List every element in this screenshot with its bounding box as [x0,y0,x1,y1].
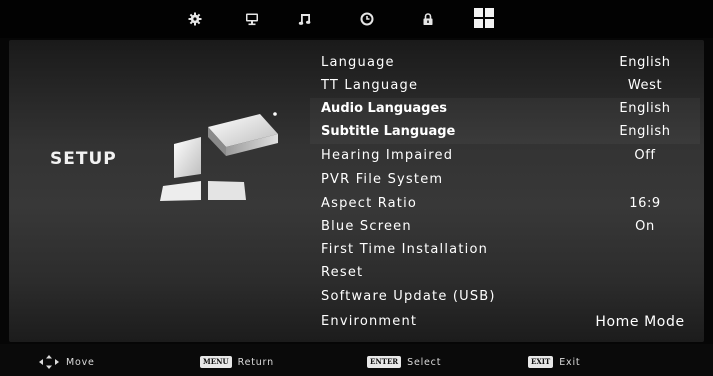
menu-item-label: Blue Screen [321,219,412,234]
menu-item-language[interactable]: Language English [310,52,700,75]
menu-item-label: PVR File System [321,172,444,187]
menu-item-label: Subtitle Language [321,124,456,139]
enter-key-badge: ENTER [367,356,402,368]
menu-item-first-time-installation[interactable]: First Time Installation [310,239,700,262]
menu-item-label: First Time Installation [321,242,489,257]
app-grid-icon [474,8,494,28]
menu-item-value: English [619,55,671,70]
menu-item-blue-screen[interactable]: Blue Screen On [310,216,700,239]
help-exit-label: Exit [559,356,581,368]
setup-graphic [160,112,278,201]
tab-settings[interactable] [184,8,206,30]
help-exit: EXIT Exit [528,355,580,369]
menu-item-environment[interactable]: Environment Home Mode [310,311,700,334]
gear-icon [188,12,202,26]
menu-item-value: English [619,101,671,116]
help-return: MENU Return [200,355,274,369]
exit-key-badge: EXIT [528,356,554,368]
menu-item-tt-language[interactable]: TT Language West [310,75,700,98]
menu-item-label: Aspect Ratio [321,196,418,211]
category-tab-bar [0,0,713,38]
menu-item-reset[interactable]: Reset [310,262,700,285]
help-return-label: Return [237,356,274,368]
help-bar: Move MENU Return ENTER Select EXIT Exit [0,344,713,376]
menu-item-label: Audio Languages [321,101,448,116]
menu-item-value: English [619,124,671,139]
tab-sound[interactable] [294,8,316,30]
tab-setup[interactable] [472,6,496,30]
tab-picture[interactable] [241,8,263,30]
menu-item-value: West [627,78,663,93]
menu-item-label: Software Update (USB) [321,289,496,304]
clock-icon [360,12,374,26]
menu-item-value: Home Mode [595,314,685,330]
menu-item-value: On [635,219,655,234]
monitor-icon [246,13,258,26]
menu-item-value: Off [634,148,656,163]
music-note-icon [298,14,311,25]
menu-item-label: Hearing Impaired [321,148,454,163]
menu-item-label: Environment [321,314,418,329]
tv-screen: SETUP Language English TT Language West [0,0,713,376]
tab-lock[interactable] [417,8,439,30]
tab-time[interactable] [356,8,378,30]
help-move: Move [38,355,95,369]
menu-item-label: TT Language [321,78,419,93]
menu-item-software-update[interactable]: Software Update (USB) [310,286,700,309]
menu-item-label: Reset [321,265,364,280]
menu-key-badge: MENU [200,356,232,368]
dpad-arrows-icon [39,355,59,369]
menu-item-audio-languages[interactable]: Audio Languages English [310,98,700,121]
help-select-label: Select [407,356,442,368]
menu-item-hearing-impaired[interactable]: Hearing Impaired Off [310,145,700,168]
menu-item-subtitle-language[interactable]: Subtitle Language English [310,121,700,144]
page-title: SETUP [50,149,117,169]
lock-icon [423,13,433,25]
help-select: ENTER Select [367,355,441,369]
help-move-label: Move [66,356,95,368]
menu-item-value: 16:9 [629,196,661,211]
menu-item-pvr-file-system[interactable]: PVR File System [310,169,700,192]
menu-item-aspect-ratio[interactable]: Aspect Ratio 16:9 [310,193,700,216]
menu-item-label: Language [321,55,395,70]
